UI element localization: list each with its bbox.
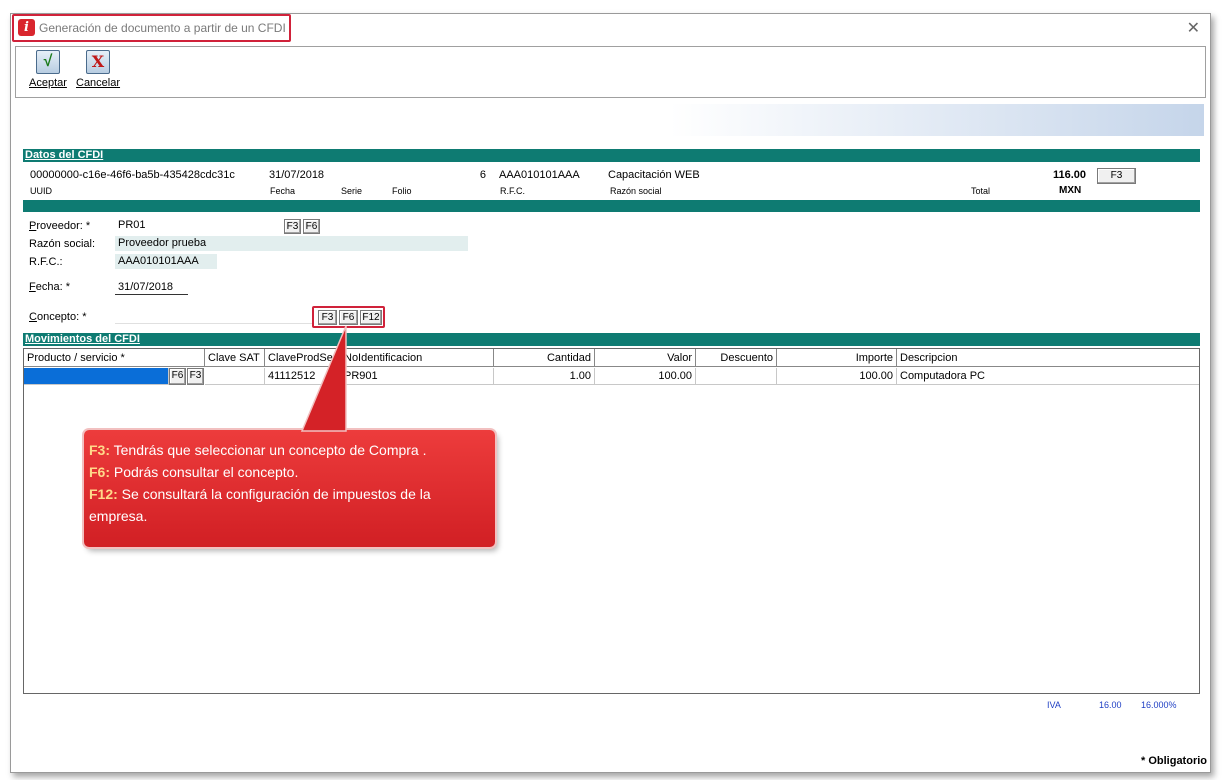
date-input[interactable]: 31/07/2018 xyxy=(115,279,188,295)
toolbar: √ Aceptar X Cancelar xyxy=(15,46,1206,98)
concept-label-text: oncepto: * xyxy=(36,311,87,323)
callout-f3-text: Tendrás que seleccionar un concepto de C… xyxy=(110,442,427,458)
checkmark-icon: √ xyxy=(35,50,60,74)
date-label-text: echa: * xyxy=(35,281,70,293)
callout-f6-line: F6: Podrás consultar el concepto. xyxy=(89,461,489,483)
row-f6-button[interactable]: F6 xyxy=(169,368,186,385)
cfdi-section-header: Datos del CFDI xyxy=(23,149,1200,162)
supplier-label: Proveedor: * xyxy=(29,220,90,232)
concept-f3-button[interactable]: F3 xyxy=(318,310,337,325)
date-label-hotkey: F xyxy=(29,281,36,293)
cell-prod-serv-key[interactable]: 41112512 xyxy=(265,368,341,385)
callout-f12-key: F12: xyxy=(89,486,118,502)
col-header-amount[interactable]: Importe xyxy=(777,349,897,367)
cell-value[interactable]: 100.00 xyxy=(595,368,696,385)
serie-field[interactable] xyxy=(337,168,378,183)
tax-name: IVA xyxy=(1047,700,1061,710)
serie-caption: Serie xyxy=(341,186,363,196)
dialog-window: i Generación de documento a partir de un… xyxy=(10,13,1211,773)
tax-amount: 16.00 xyxy=(1099,700,1122,710)
callout-f6-text: Podrás consultar el concepto. xyxy=(110,464,299,480)
callout-f6-key: F6: xyxy=(89,464,110,480)
concept-f12-button[interactable]: F12 xyxy=(360,310,382,325)
concept-label: Concepto: * xyxy=(29,311,87,323)
app-logo-icon: i xyxy=(18,19,35,36)
row-f3-button[interactable]: F3 xyxy=(187,368,204,385)
folio-caption: Folio xyxy=(392,186,412,196)
total-field[interactable]: 116.00 xyxy=(968,168,1089,183)
concept-f6-button[interactable]: F6 xyxy=(339,310,358,325)
cfdi-section-title: Datos del CFDI xyxy=(25,149,104,161)
movements-section-header: Movimientos del CFDI xyxy=(23,333,1200,346)
supplier-rfc-value: AAA010101AAA xyxy=(115,254,217,269)
col-header-identification[interactable]: NoIdentificacion xyxy=(341,349,494,367)
currency-label: MXN xyxy=(1059,185,1082,196)
uuid-caption: UUID xyxy=(30,186,52,196)
date-label: Fecha: * xyxy=(29,281,70,293)
callout-f3-line: F3: Tendrás que seleccionar un concepto … xyxy=(89,439,489,461)
business-name-caption: Razón social xyxy=(610,186,662,196)
info-banner xyxy=(17,104,1204,136)
tax-rate: 16.000% xyxy=(1141,700,1177,710)
col-header-prod-serv-key[interactable]: ClaveProdServ xyxy=(265,349,341,367)
uuid-field[interactable]: 00000000-c16e-46f6-ba5b-435428cdc31c xyxy=(27,168,255,183)
folio-field[interactable]: 6 xyxy=(388,168,489,183)
col-header-quantity[interactable]: Cantidad xyxy=(494,349,595,367)
cfdi-date-field[interactable]: 31/07/2018 xyxy=(266,168,328,183)
cell-amount[interactable]: 100.00 xyxy=(777,368,897,385)
supplier-business-name-value: Proveedor prueba xyxy=(115,236,468,251)
cell-discount[interactable] xyxy=(696,368,777,385)
callout-f3-key: F3: xyxy=(89,442,110,458)
cancel-label: Cancelar xyxy=(76,77,121,89)
accept-button[interactable]: √ Aceptar xyxy=(29,50,67,89)
col-header-discount[interactable]: Descuento xyxy=(696,349,777,367)
window-title: Generación de documento a partir de un C… xyxy=(39,21,286,35)
supplier-rfc-label: R.F.C.: xyxy=(29,256,63,268)
supplier-business-name-label: Razón social: xyxy=(29,238,96,250)
concept-input[interactable] xyxy=(115,309,312,324)
rfc-caption: R.F.C. xyxy=(500,186,526,196)
supplier-label-text: roveedor: * xyxy=(36,220,91,232)
supplier-code-field[interactable]: PR01 xyxy=(115,218,283,233)
callout-f12-text: Se consultará la configuración de impues… xyxy=(89,486,431,524)
help-callout: F3: Tendrás que seleccionar un concepto … xyxy=(84,430,495,547)
movements-section-title: Movimientos del CFDI xyxy=(25,333,140,345)
mandatory-note: * Obligatorio xyxy=(1141,755,1207,767)
col-header-product[interactable]: Producto / servicio * xyxy=(24,349,205,367)
cfdi-rfc-field[interactable]: AAA010101AAA xyxy=(496,168,598,183)
supplier-f3-button[interactable]: F3 xyxy=(284,219,301,234)
col-header-sat-key[interactable]: Clave SAT xyxy=(205,349,265,367)
supplier-f6-button[interactable]: F6 xyxy=(303,219,320,234)
cell-description[interactable]: Computadora PC xyxy=(897,368,1199,385)
cell-product[interactable] xyxy=(24,368,169,385)
col-header-description[interactable]: Descripcion xyxy=(897,349,1199,367)
cfdi-f3-button[interactable]: F3 xyxy=(1097,168,1136,184)
close-icon[interactable]: ✕ xyxy=(1187,18,1200,38)
date-caption: Fecha xyxy=(270,186,296,196)
grid-header-row: Producto / servicio * Clave SAT ClavePro… xyxy=(24,349,1199,367)
cancel-button[interactable]: X Cancelar xyxy=(76,50,120,89)
accept-label: Aceptar xyxy=(29,77,67,89)
cancel-x-icon: X xyxy=(86,50,111,74)
cell-quantity[interactable]: 1.00 xyxy=(494,368,595,385)
total-caption: Total xyxy=(971,186,991,196)
cell-identification[interactable]: PR901 xyxy=(341,368,494,385)
callout-f12-line: F12: Se consultará la configuración de i… xyxy=(89,483,489,527)
title-bar: i Generación de documento a partir de un… xyxy=(11,14,1210,42)
cfdi-section-divider xyxy=(23,200,1200,212)
cfdi-business-name-field[interactable]: Capacitación WEB xyxy=(605,168,957,183)
col-header-value[interactable]: Valor xyxy=(595,349,696,367)
cell-sat-key[interactable] xyxy=(205,368,265,385)
concept-label-hotkey: C xyxy=(29,311,37,323)
